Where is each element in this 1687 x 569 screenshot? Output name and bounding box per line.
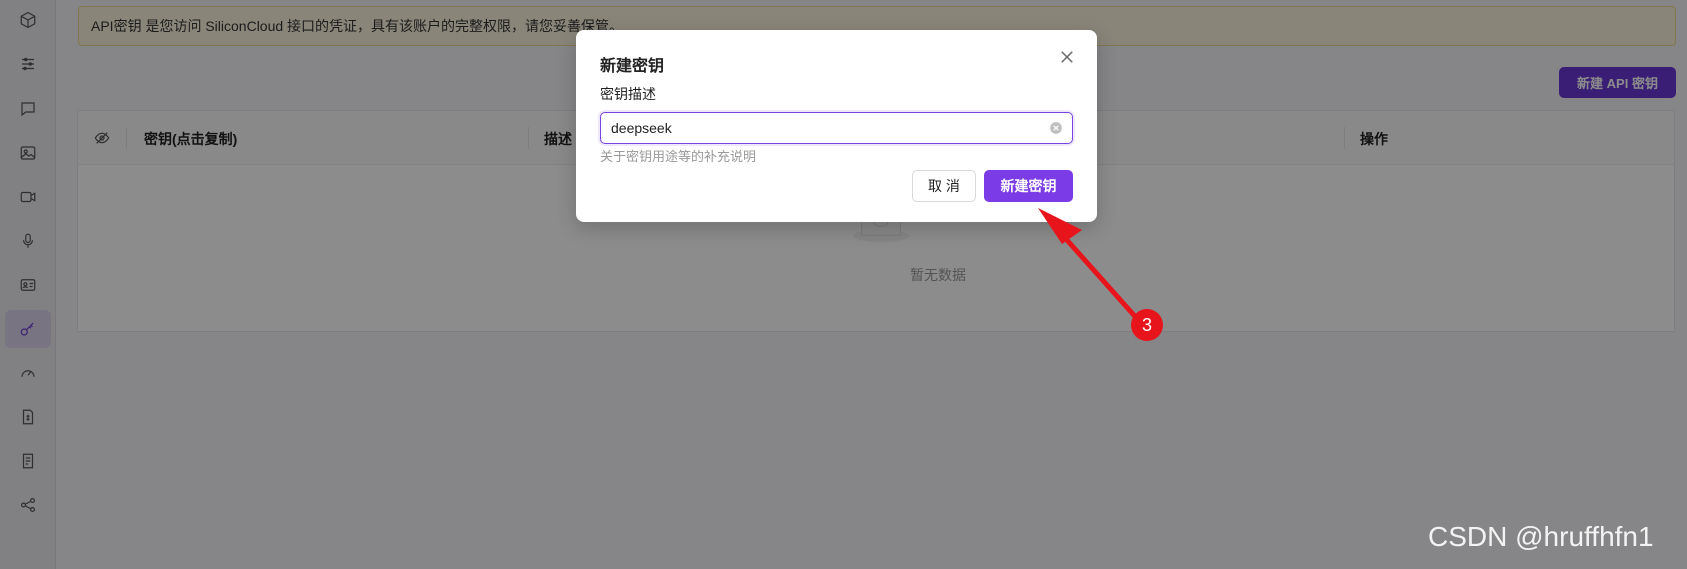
key-description-label: 密钥描述 (600, 86, 656, 102)
key-description-input[interactable] (611, 113, 1041, 143)
close-icon[interactable] (1058, 48, 1076, 66)
create-key-dialog: 新建密钥 密钥描述 关于密钥用途等的补充说明 取 消 新建密钥 (576, 30, 1097, 222)
step-number-badge: 3 (1131, 309, 1163, 341)
watermark: CSDN @hruffhfn1 (1428, 521, 1654, 552)
create-key-submit-button[interactable]: 新建密钥 (984, 170, 1073, 202)
dialog-title: 新建密钥 (600, 58, 665, 75)
key-description-field[interactable] (600, 112, 1073, 144)
cancel-button[interactable]: 取 消 (912, 170, 976, 202)
clear-input-icon[interactable] (1049, 121, 1063, 135)
key-description-help: 关于密钥用途等的补充说明 (600, 149, 757, 164)
